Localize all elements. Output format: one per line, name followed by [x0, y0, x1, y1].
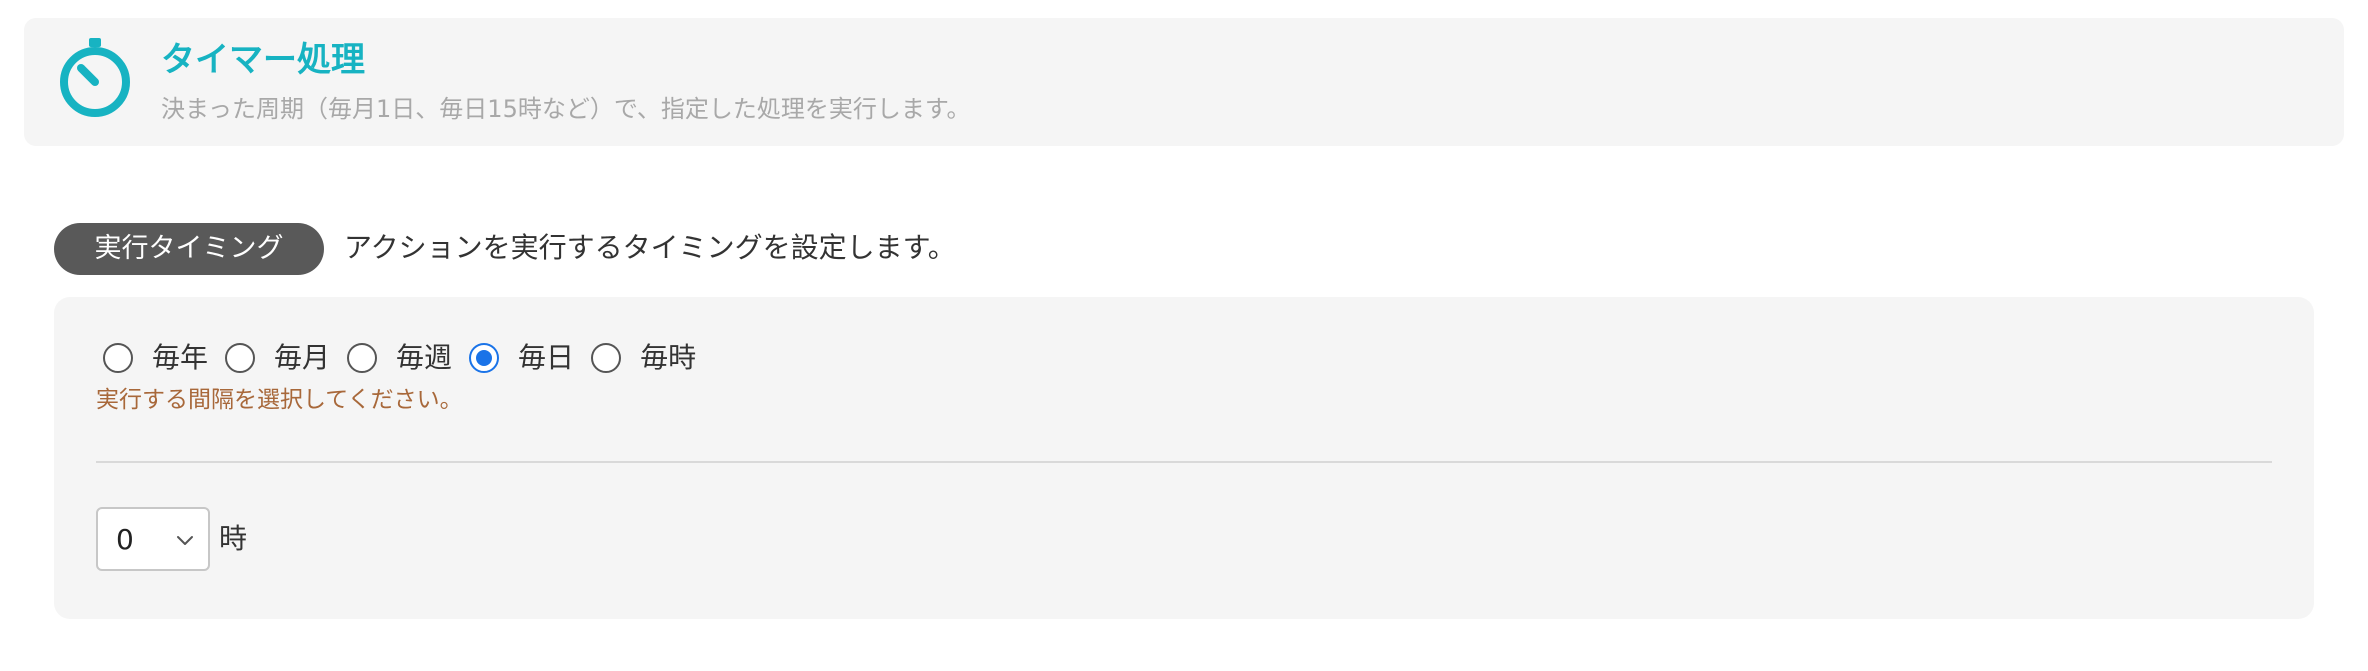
hour-select-value: 0	[116, 523, 134, 556]
interval-option-label: 毎時	[640, 341, 697, 374]
interval-option-monthly[interactable]: 毎月	[225, 338, 347, 378]
timer-icon	[60, 38, 130, 117]
radio-button[interactable]	[347, 343, 378, 373]
interval-option-label: 毎年	[152, 341, 209, 374]
interval-option-yearly[interactable]: 毎年	[103, 338, 225, 378]
timer-settings-page: タイマー処理 決まった周期（毎月1日、毎日15時など）で、指定した処理を実行しま…	[0, 0, 2368, 671]
interval-radio-group: 毎年 毎月 毎週 毎日 毎時	[103, 334, 713, 382]
header-card	[24, 18, 2344, 146]
radio-button[interactable]	[591, 343, 622, 373]
page-description: 決まった周期（毎月1日、毎日15時など）で、指定した処理を実行します。	[161, 95, 971, 123]
hour-select[interactable]: 0	[96, 507, 210, 571]
page-title: タイマー処理	[161, 40, 365, 80]
interval-option-weekly[interactable]: 毎週	[347, 338, 469, 378]
divider	[96, 461, 2272, 463]
interval-option-hourly[interactable]: 毎時	[591, 338, 713, 378]
section-description: アクションを実行するタイミングを設定します。	[344, 231, 956, 264]
interval-hint: 実行する間隔を選択してください。	[96, 387, 463, 413]
interval-option-label: 毎週	[396, 341, 453, 374]
hour-unit-label: 時	[219, 522, 248, 555]
interval-option-label: 毎日	[518, 341, 575, 374]
radio-button[interactable]	[103, 343, 133, 373]
radio-button-selected[interactable]	[469, 343, 500, 373]
interval-option-label: 毎月	[274, 341, 331, 374]
section-label: 実行タイミング	[54, 223, 324, 275]
chevron-down-icon	[177, 536, 193, 545]
interval-option-daily[interactable]: 毎日	[469, 338, 591, 378]
radio-button[interactable]	[225, 343, 256, 373]
